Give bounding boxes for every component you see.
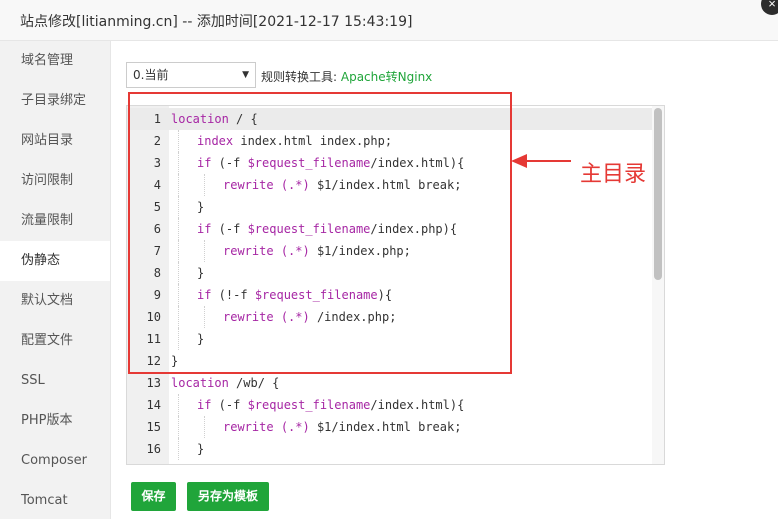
sidebar-item-access[interactable]: 访问限制 [0,161,110,201]
code-variable: $request_filename [247,398,371,412]
line-number: 13 [146,376,161,390]
sidebar-item-config[interactable]: 配置文件 [0,321,110,361]
sidebar-item-subdir[interactable]: 子目录绑定 [0,81,110,121]
line-number: 14 [146,398,161,412]
code-line: 16} [127,438,654,460]
sidebar-item-tomcat[interactable]: Tomcat [0,481,110,519]
sidebar-item-rewrite[interactable]: 伪静态 [0,241,110,281]
code-line: 14 if (-f $request_filename/index.html){ [127,394,654,416]
code-text: location /wb/ { [171,372,279,394]
code-keyword: (.*) [280,420,310,434]
sidebar-item-composer[interactable]: Composer [0,441,110,481]
scrollbar-thumb[interactable] [654,108,662,280]
annotation-arrow-icon [511,154,571,168]
code-keyword: location [171,376,229,390]
sidebar-item-site-dir[interactable]: 网站目录 [0,121,110,161]
code-line: 15 rewrite (.*) $1/index.html break; [127,416,654,438]
dialog-titlebar: 站点修改[litianming.cn] -- 添加时间[2021-12-17 1… [0,0,778,41]
sidebar-item-traffic[interactable]: 流量限制 [0,201,110,241]
rule-version-value: 0.当前 [133,68,169,82]
line-number: 16 [146,442,161,456]
indent-guide [178,438,179,460]
sidebar-item-ssl[interactable]: SSL [0,361,110,401]
code-token: } [197,442,205,456]
sidebar: 域名管理 子目录绑定 网站目录 访问限制 流量限制 伪静态 默认文档 配置文件 … [0,41,111,519]
annotation-box [128,92,512,374]
rule-version-select[interactable]: 0.当前 ▼ [126,62,256,88]
sidebar-item-default-doc[interactable]: 默认文档 [0,281,110,321]
code-token: $1/index.html break; [309,420,462,434]
code-text: if (-f $request_filename/index.html){ [197,394,464,416]
save-button[interactable]: 保存 [131,482,176,511]
line-number: 15 [146,420,161,434]
code-keyword: if [197,398,212,412]
annotation-label: 主目录 [580,162,647,187]
rule-convert-label: 规则转换工具: [261,70,338,84]
code-token: /wb/ { [228,376,280,390]
dropdown-arrow-icon: ▼ [242,70,249,80]
save-as-template-button[interactable]: 另存为模板 [187,482,269,511]
apache-to-nginx-link[interactable]: Apache转Nginx [341,70,432,84]
indent-guide [178,416,179,438]
indent-guide [178,394,179,416]
sidebar-item-php[interactable]: PHP版本 [0,401,110,441]
code-token: /index.html){ [370,398,465,412]
sidebar-item-domain[interactable]: 域名管理 [0,41,110,81]
code-keyword: rewrite [223,420,274,434]
indent-guide [204,416,205,438]
code-text: } [197,438,204,460]
rule-convert-tool: 规则转换工具: Apache转Nginx [261,68,432,85]
code-token: (-f [211,398,248,412]
code-text: rewrite (.*) $1/index.html break; [223,416,461,438]
dialog-title: 站点修改[litianming.cn] -- 添加时间[2021-12-17 1… [20,14,413,30]
code-line: 13 location /wb/ { [127,372,654,394]
editor-scrollbar[interactable] [652,106,664,464]
